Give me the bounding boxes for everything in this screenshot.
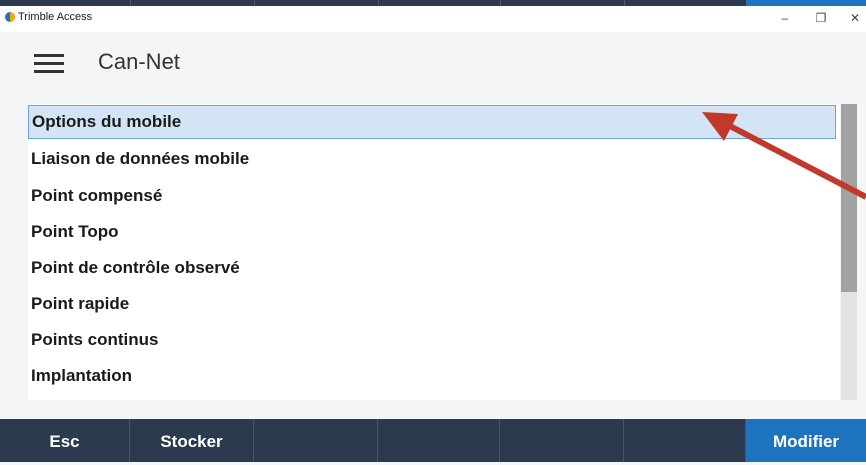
stocker-button[interactable]: Stocker xyxy=(130,419,254,462)
softkey-bar: Esc Stocker Modifier xyxy=(0,419,866,462)
annotation-arrow-icon xyxy=(702,112,866,200)
esc-button[interactable]: Esc xyxy=(0,419,130,462)
softkey-empty[interactable] xyxy=(624,419,746,462)
softkey-empty[interactable] xyxy=(254,419,378,462)
softkey-empty[interactable] xyxy=(500,419,624,462)
modifier-button[interactable]: Modifier xyxy=(746,419,866,462)
softkey-empty[interactable] xyxy=(378,419,500,462)
